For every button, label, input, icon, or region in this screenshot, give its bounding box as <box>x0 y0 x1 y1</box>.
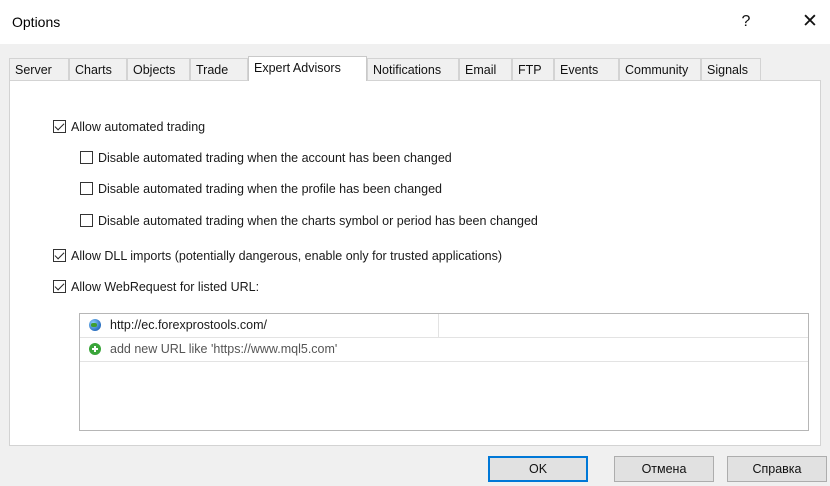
option-label: Disable automated trading when the accou… <box>98 151 452 165</box>
checkbox[interactable] <box>80 151 93 164</box>
tab-objects[interactable]: Objects <box>127 58 190 80</box>
close-icon[interactable]: ✕ <box>798 10 822 34</box>
tab-strip: Server Charts Objects Trade Expert Advis… <box>9 56 821 81</box>
checkbox[interactable] <box>80 182 93 195</box>
add-icon <box>89 343 101 355</box>
cancel-button[interactable]: Отмена <box>614 456 714 482</box>
checkbox[interactable] <box>53 120 66 133</box>
tab-trade[interactable]: Trade <box>190 58 248 80</box>
url-list-row[interactable]: http://ec.forexprostools.com/ <box>80 314 808 338</box>
tab-community[interactable]: Community <box>619 58 701 80</box>
url-list[interactable]: http://ec.forexprostools.com/ add new UR… <box>79 313 809 431</box>
ok-button[interactable]: OK <box>488 456 588 482</box>
option-label: Allow WebRequest for listed URL: <box>71 280 260 294</box>
option-label: Allow DLL imports (potentially dangerous… <box>71 249 503 263</box>
checkbox[interactable] <box>80 214 93 227</box>
add-url-text: add new URL like 'https://www.mql5.com' <box>110 342 338 356</box>
tab-events[interactable]: Events <box>554 58 619 80</box>
tab-email[interactable]: Email <box>459 58 512 80</box>
tab-charts[interactable]: Charts <box>69 58 127 80</box>
option-label: Disable automated trading when the profi… <box>98 182 442 196</box>
expert-advisors-panel: Allow automated trading Disable automate… <box>9 80 821 446</box>
checkbox[interactable] <box>53 249 66 262</box>
globe-icon <box>89 319 101 331</box>
checkbox[interactable] <box>53 280 66 293</box>
option-label: Allow automated trading <box>71 120 206 134</box>
tab-expert-advisors[interactable]: Expert Advisors <box>248 56 367 81</box>
window-title: Options <box>12 14 61 30</box>
help-button[interactable]: Справка <box>727 456 827 482</box>
tab-ftp[interactable]: FTP <box>512 58 554 80</box>
url-text: http://ec.forexprostools.com/ <box>110 318 268 332</box>
tab-signals[interactable]: Signals <box>701 58 761 80</box>
column-divider <box>438 314 439 337</box>
title-bar: Options ? ✕ <box>0 0 830 44</box>
tab-notifications[interactable]: Notifications <box>367 58 459 80</box>
option-label: Disable automated trading when the chart… <box>98 214 538 228</box>
tab-server[interactable]: Server <box>9 58 69 80</box>
help-icon[interactable]: ? <box>734 10 758 34</box>
add-url-row[interactable]: add new URL like 'https://www.mql5.com' <box>80 338 808 362</box>
